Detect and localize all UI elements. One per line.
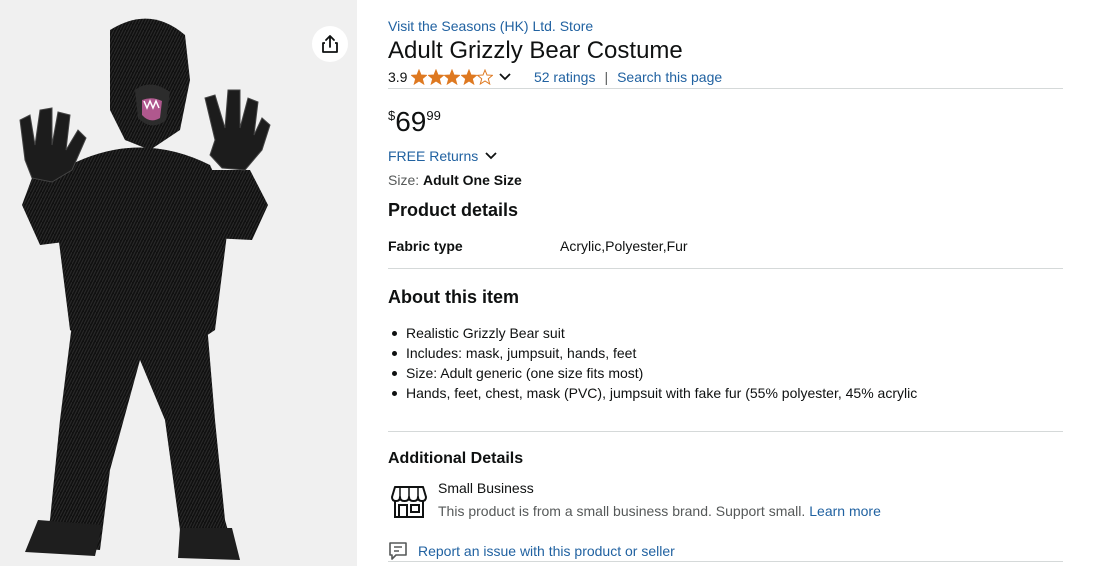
small-business-description: This product is from a small business br… (438, 503, 881, 519)
rating-row: 3.9 52 ratings | Search this page (388, 69, 722, 85)
star-icon (411, 69, 428, 85)
about-bullets: Realistic Grizzly Bear suit Includes: ma… (388, 324, 917, 404)
divider (388, 431, 1063, 432)
star-icon (427, 69, 444, 85)
search-this-page-link[interactable]: Search this page (617, 69, 722, 85)
product-image[interactable] (0, 0, 357, 566)
fabric-type-label: Fabric type (388, 238, 463, 254)
rating-dropdown-button[interactable] (498, 72, 512, 82)
size-label: Size: (388, 172, 420, 188)
star-icon (460, 69, 477, 85)
small-business-title: Small Business (438, 480, 534, 496)
product-title: Adult Grizzly Bear Costume (388, 37, 683, 64)
price-whole: 69 (395, 106, 427, 137)
divider (388, 88, 1063, 89)
ratings-count-link[interactable]: 52 ratings (534, 69, 595, 85)
chevron-down-icon (499, 73, 511, 81)
report-issue-link[interactable]: Report an issue with this product or sel… (418, 543, 675, 559)
store-link[interactable]: Visit the Seasons (HK) Ltd. Store (388, 18, 593, 34)
size-row: Size: Adult One Size (388, 172, 522, 188)
small-business-text: This product is from a small business br… (438, 503, 806, 519)
share-icon (322, 35, 338, 53)
free-returns-button[interactable]: FREE Returns (388, 148, 498, 164)
storefront-icon (391, 486, 427, 518)
share-button[interactable] (312, 26, 348, 62)
product-details-heading: Product details (388, 200, 519, 220)
price: $6999 (388, 106, 441, 138)
star-rating[interactable] (411, 69, 494, 85)
product-image-panel (0, 0, 357, 566)
list-item: Size: Adult generic (one size fits most) (388, 364, 917, 384)
divider (388, 561, 1063, 562)
about-heading: About this item (388, 287, 519, 307)
list-item: Realistic Grizzly Bear suit (388, 324, 917, 344)
additional-details-heading: Additional Details (388, 450, 524, 467)
list-item: Includes: mask, jumpsuit, hands, feet (388, 344, 917, 364)
chevron-down-icon (485, 152, 497, 160)
rating-value: 3.9 (388, 69, 408, 85)
list-item: Hands, feet, chest, mask (PVC), jumpsuit… (388, 384, 917, 404)
size-value: Adult One Size (423, 172, 522, 188)
free-returns-label: FREE Returns (388, 148, 479, 164)
learn-more-link[interactable]: Learn more (809, 503, 881, 519)
price-symbol: $ (388, 108, 396, 123)
price-fraction: 99 (426, 108, 441, 123)
separator: | (604, 69, 609, 85)
report-issue-row[interactable]: Report an issue with this product or sel… (388, 541, 675, 561)
star-icon (444, 69, 461, 85)
report-flag-icon (389, 542, 407, 560)
fabric-type-value: Acrylic,Polyester,Fur (560, 238, 688, 254)
divider (388, 268, 1063, 269)
star-icon (477, 69, 494, 85)
